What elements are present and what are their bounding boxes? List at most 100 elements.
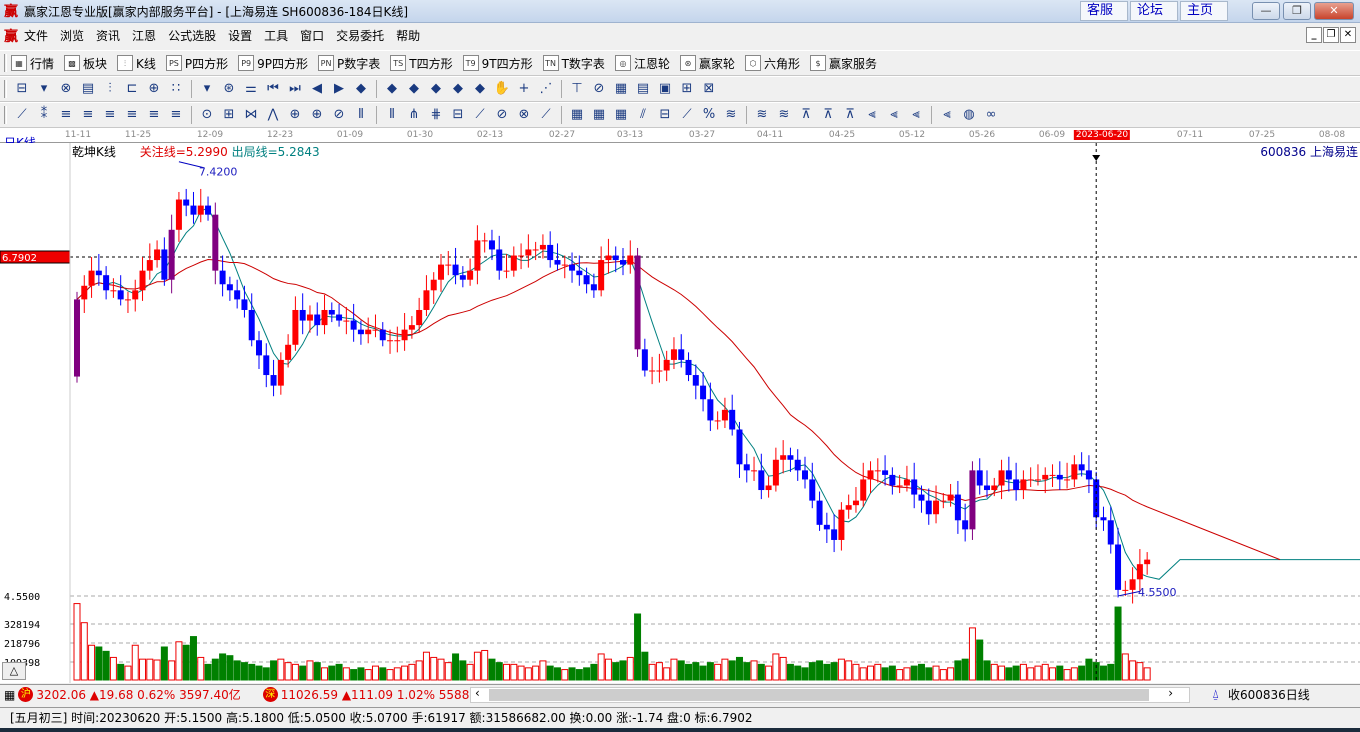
toolbar3-tool-icon[interactable]: ⟋	[535, 105, 557, 125]
toolbar3-tool-icon[interactable]: ⋀	[262, 105, 284, 125]
horizontal-scrollbar[interactable]: ‹ ›	[470, 686, 1190, 703]
sectors-button[interactable]: ▩ 板块	[64, 55, 107, 72]
shanghai-index[interactable]: 3202.06 ▲19.68 0.62% 3597.40亿	[36, 686, 240, 703]
child-minimize-button[interactable]: _	[1306, 27, 1322, 43]
expand-panel-button[interactable]: △	[2, 662, 26, 680]
toolbar3-tool-icon[interactable]: ⫴	[350, 105, 372, 125]
toolbar3-tool-icon[interactable]: ⊘	[491, 105, 513, 125]
toolbar2-tool-icon[interactable]: ⚌	[240, 79, 262, 99]
p-square-button[interactable]: PS P四方形	[165, 55, 228, 72]
child-restore-button[interactable]: ❐	[1323, 27, 1339, 43]
toolbar2-tool-icon[interactable]: ◆	[381, 79, 403, 99]
toolbar2-tool-icon[interactable]: ⊘	[588, 79, 610, 99]
9t-square-button[interactable]: T9 9T四方形	[462, 55, 533, 72]
scroll-thumb[interactable]	[489, 689, 1149, 701]
hexagon-button[interactable]: ⬡ 六角形	[744, 55, 800, 72]
toolbar3-tool-icon[interactable]: ⫷	[861, 105, 883, 125]
customer-service-link[interactable]: 客服	[1080, 1, 1128, 21]
toolbar2-tool-icon[interactable]: ⋰	[535, 79, 557, 99]
scroll-right-arrow[interactable]: ›	[1168, 686, 1173, 700]
toolbar2-tool-icon[interactable]: ▾	[196, 79, 218, 99]
toolbar3-tool-icon[interactable]: %	[698, 105, 720, 125]
menu-item-3[interactable]: 江恩	[132, 27, 156, 44]
toolbar2-tool-icon[interactable]: ⊟	[11, 79, 33, 99]
toolbar-grip[interactable]	[4, 54, 7, 72]
toolbar3-tool-icon[interactable]: ⟋	[676, 105, 698, 125]
toolbar3-tool-icon[interactable]: ▦	[588, 105, 610, 125]
toolbar-grip[interactable]	[4, 80, 7, 98]
minimize-button[interactable]: —	[1252, 2, 1280, 20]
toolbar3-tool-icon[interactable]: ≡	[121, 105, 143, 125]
menu-item-1[interactable]: 浏览	[60, 27, 84, 44]
toolbar3-tool-icon[interactable]: ⫷	[883, 105, 905, 125]
toolbar3-tool-icon[interactable]: ◍	[958, 105, 980, 125]
quotes-button[interactable]: ▦ 行情	[11, 55, 54, 72]
scroll-left-arrow[interactable]: ‹	[475, 686, 480, 700]
toolbar3-tool-icon[interactable]: ⊼	[817, 105, 839, 125]
toolbar3-tool-icon[interactable]: ▦	[566, 105, 588, 125]
menu-item-5[interactable]: 设置	[228, 27, 252, 44]
toolbar2-tool-icon[interactable]: ◆	[447, 79, 469, 99]
toolbar2-tool-icon[interactable]: ▦	[610, 79, 632, 99]
toolbar2-tool-icon[interactable]: ⊏	[121, 79, 143, 99]
toolbar3-tool-icon[interactable]: ⋔	[403, 105, 425, 125]
toolbar3-tool-icon[interactable]: ⋈	[240, 105, 262, 125]
toolbar3-tool-icon[interactable]: ≋	[720, 105, 742, 125]
toolbar3-tool-icon[interactable]: ⊕	[306, 105, 328, 125]
toolbar2-tool-icon[interactable]: +	[513, 79, 535, 99]
gann-wheel-button[interactable]: ◎ 江恩轮	[614, 55, 670, 72]
shenzhen-index[interactable]: 11026.59 ▲111.09 1.02% 5588.82	[281, 688, 489, 702]
toolbar3-tool-icon[interactable]: ⊕	[284, 105, 306, 125]
toolbar2-tool-icon[interactable]: ⊤	[566, 79, 588, 99]
toolbar2-tool-icon[interactable]: ⏭	[284, 79, 306, 99]
kline-chart[interactable]: 6.79024.55003281942187961093987.42004.55…	[0, 143, 1360, 683]
kline-button[interactable]: ⫶ K线	[117, 55, 156, 72]
toolbar2-tool-icon[interactable]: ⫶	[99, 79, 121, 99]
toolbar3-tool-icon[interactable]: ⊘	[328, 105, 350, 125]
t-square-button[interactable]: TS T四方形	[390, 55, 453, 72]
winner-service-button[interactable]: $ 赢家服务	[809, 55, 877, 72]
toolbar2-tool-icon[interactable]: ✋	[491, 79, 513, 99]
homepage-link[interactable]: 主页	[1180, 1, 1228, 21]
toolbar2-tool-icon[interactable]: ◆	[403, 79, 425, 99]
toolbar2-tool-icon[interactable]: ⊞	[676, 79, 698, 99]
toolbar3-tool-icon[interactable]: ⟋	[11, 105, 33, 125]
menu-item-2[interactable]: 资讯	[96, 27, 120, 44]
toolbar2-tool-icon[interactable]: ∷	[165, 79, 187, 99]
toolbar3-tool-icon[interactable]: ⟋	[469, 105, 491, 125]
toolbar3-tool-icon[interactable]: ≋	[751, 105, 773, 125]
toolbar2-tool-icon[interactable]: ▣	[654, 79, 676, 99]
forum-link[interactable]: 论坛	[1130, 1, 1178, 21]
toolbar-grip[interactable]	[4, 106, 7, 124]
9p-square-button[interactable]: P9 9P四方形	[238, 55, 308, 72]
chart-canvas[interactable]: 6.79024.55003281942187961093987.42004.55…	[0, 143, 1360, 683]
menu-item-6[interactable]: 工具	[264, 27, 288, 44]
toolbar2-tool-icon[interactable]: ▾	[33, 79, 55, 99]
restore-button[interactable]: ❐	[1283, 2, 1311, 20]
toolbar2-tool-icon[interactable]: ◆	[350, 79, 372, 99]
toolbar2-tool-icon[interactable]: ⊗	[55, 79, 77, 99]
toolbar3-tool-icon[interactable]: ⫷	[936, 105, 958, 125]
toolbar3-tool-icon[interactable]: ∞	[980, 105, 1002, 125]
toolbar2-tool-icon[interactable]: ⊛	[218, 79, 240, 99]
toolbar3-tool-icon[interactable]: ≡	[77, 105, 99, 125]
toolbar2-tool-icon[interactable]: ◆	[469, 79, 491, 99]
toolbar3-tool-icon[interactable]: ⊼	[795, 105, 817, 125]
menu-item-0[interactable]: 文件	[24, 27, 48, 44]
toolbar3-tool-icon[interactable]: ≡	[165, 105, 187, 125]
toolbar3-tool-icon[interactable]: ≡	[99, 105, 121, 125]
toolbar3-tool-icon[interactable]: ⊞	[218, 105, 240, 125]
toolbar3-tool-icon[interactable]: ⊟	[654, 105, 676, 125]
toolbar3-tool-icon[interactable]: ⊙	[196, 105, 218, 125]
close-button[interactable]: ✕	[1314, 2, 1354, 20]
toolbar2-tool-icon[interactable]: ⊠	[698, 79, 720, 99]
toolbar3-tool-icon[interactable]: ⊼	[839, 105, 861, 125]
toolbar3-tool-icon[interactable]: ▦	[610, 105, 632, 125]
p-number-table-button[interactable]: PN P数字表	[318, 55, 380, 72]
winner-wheel-button[interactable]: ⊛ 赢家轮	[679, 55, 735, 72]
toolbar2-tool-icon[interactable]: ▤	[77, 79, 99, 99]
toolbar3-tool-icon[interactable]: ⫴	[381, 105, 403, 125]
toolbar3-tool-icon[interactable]: ⫽	[632, 105, 654, 125]
menu-item-8[interactable]: 交易委托	[336, 27, 384, 44]
child-close-button[interactable]: ✕	[1340, 27, 1356, 43]
